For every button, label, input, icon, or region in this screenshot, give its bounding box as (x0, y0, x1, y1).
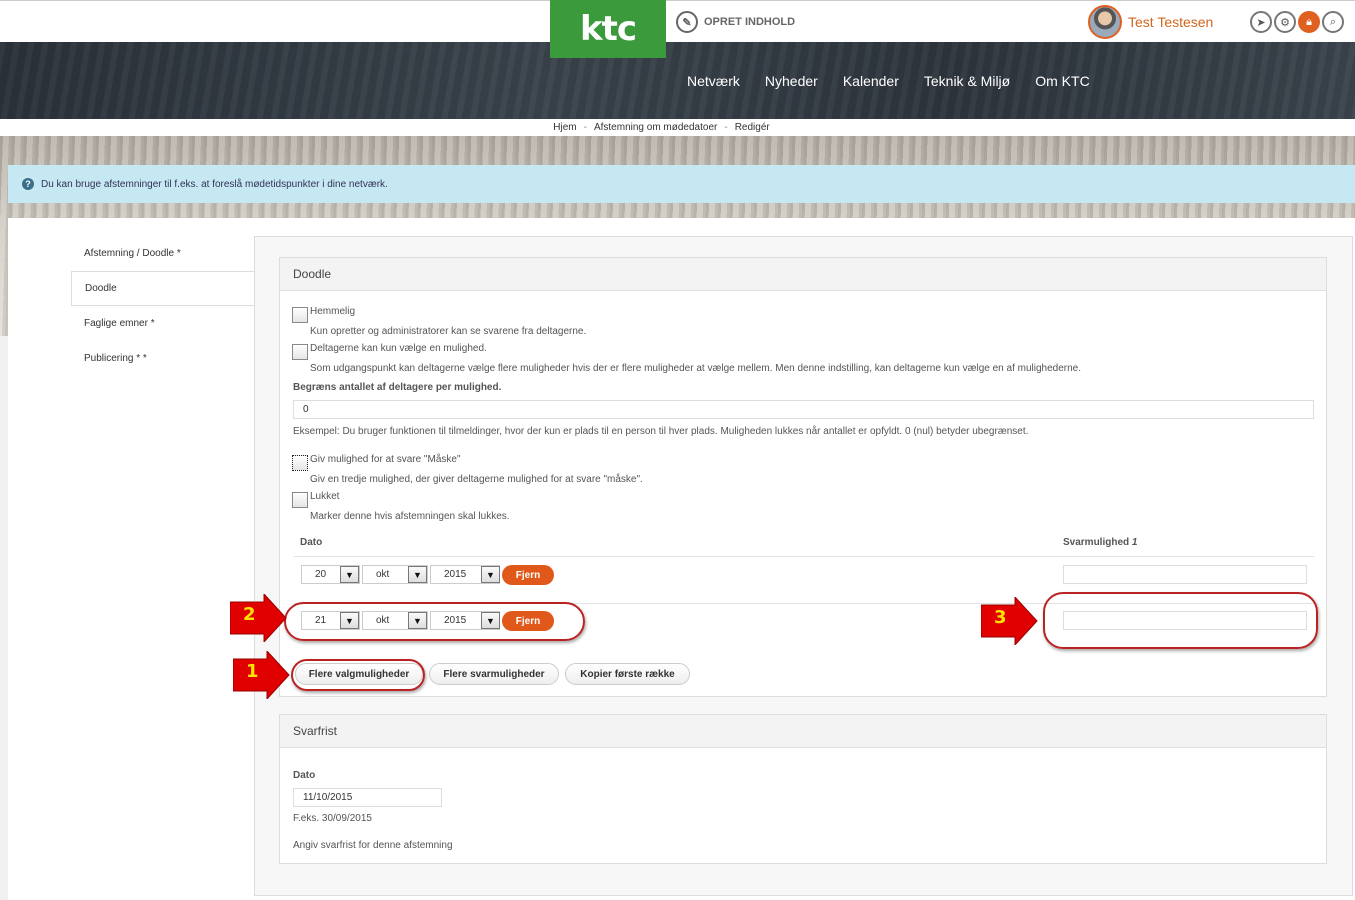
sidebar-item-doodle[interactable]: Doodle (71, 271, 255, 306)
annotation-ring (291, 659, 425, 691)
search-icon[interactable]: ⌕ (1322, 11, 1344, 33)
toolbar-icons: ➤ ⚙ 🔒︎ ⌕ (1250, 11, 1344, 33)
column-header-answer-label: Svarmulighed (1063, 537, 1130, 548)
arrow-right-icon (981, 597, 1038, 645)
annotation-ring (1043, 592, 1318, 649)
doodle-panel-title: Doodle (280, 258, 1326, 291)
logo-text: ktc (579, 9, 637, 49)
edit-icon: ✎ (676, 11, 698, 33)
annotation-arrow-1: 1 (233, 651, 290, 699)
closed-option: Lukket Marker denne hvis afstemningen sk… (292, 486, 510, 522)
gear-icon[interactable]: ⚙ (1274, 11, 1296, 33)
question-icon: ? (22, 178, 34, 190)
chevron-down-icon[interactable]: ▼ (340, 566, 359, 583)
main-nav: Netværk Nyheder Kalender Teknik & Miljø … (687, 73, 1090, 89)
remove-button[interactable]: Fjern (502, 565, 554, 585)
chevron-down-icon[interactable]: ▼ (408, 566, 427, 583)
annotation-arrow-3: 3 (981, 597, 1038, 645)
logo[interactable]: ktc (550, 0, 666, 58)
sidebar-item-afstemning[interactable]: Afstemning / Doodle * (71, 236, 255, 271)
hemmelig-desc: Kun opretter og administratorer kan se s… (310, 326, 587, 337)
nav-item-teknik-miljoe[interactable]: Teknik & Miljø (924, 73, 1010, 89)
maybe-option: Giv mulighed for at svare "Måske" Giv en… (292, 449, 643, 485)
single-choice-option: Deltagerne kan kun vælge en mulighed. So… (292, 338, 1081, 374)
limit-label: Begræns antallet af deltagere per muligh… (293, 382, 502, 393)
more-answers-button[interactable]: Flere svarmuligheder (429, 663, 559, 685)
breadcrumb: Hjem - Afstemning om mødedatoer - Redigé… (0, 119, 1355, 136)
breadcrumb-edit: Redigér (734, 122, 770, 133)
column-header-answer-number: 1 (1131, 537, 1138, 548)
nav-item-netvaerk[interactable]: Netværk (687, 73, 740, 89)
user-menu[interactable]: Test Testesen (1088, 5, 1213, 39)
breadcrumb-separator: - (724, 122, 728, 133)
hemmelig-label: Hemmelig (310, 306, 356, 317)
nav-band: Netværk Nyheder Kalender Teknik & Miljø … (0, 42, 1355, 119)
limit-desc: Eksempel: Du bruger funktionen til tilme… (293, 426, 1029, 437)
deadline-hint: Angiv svarfrist for denne afstemning (293, 840, 453, 851)
copy-first-row-button[interactable]: Kopier første række (565, 663, 690, 685)
deadline-date-label: Dato (293, 770, 316, 781)
maybe-desc: Giv en tredje mulighed, der giver deltag… (310, 474, 643, 485)
info-banner: ? Du kan bruge afstemninger til f.eks. a… (8, 165, 1355, 203)
deadline-date-input[interactable]: 11/10/2015 (293, 788, 442, 807)
create-content-label: OPRET INDHOLD (704, 16, 796, 28)
deadline-panel-title: Svarfrist (280, 715, 1326, 748)
closed-desc: Marker denne hvis afstemningen skal lukk… (310, 511, 510, 522)
breadcrumb-home[interactable]: Hjem (553, 122, 576, 133)
user-name: Test Testesen (1128, 14, 1214, 30)
annotation-number: 2 (243, 604, 256, 625)
sidebar-item-publicering[interactable]: Publicering * * (71, 341, 255, 376)
answer-input[interactable] (1063, 565, 1307, 584)
create-content-button[interactable]: ✎ OPRET INDHOLD (676, 11, 795, 33)
single-choice-label: Deltagerne kan kun vælge en mulighed. (310, 343, 487, 354)
arrow-icon[interactable]: ➤ (1250, 11, 1272, 33)
annotation-number: 1 (246, 661, 259, 682)
nav-item-nyheder[interactable]: Nyheder (765, 73, 818, 89)
avatar (1088, 5, 1122, 39)
deadline-example: F.eks. 30/09/2015 (293, 813, 372, 824)
nav-item-om-ktc[interactable]: Om KTC (1035, 73, 1089, 89)
annotation-number: 3 (994, 607, 1007, 628)
limit-input[interactable]: 0 (293, 400, 1314, 419)
annotation-arrow-2: 2 (230, 594, 287, 642)
closed-checkbox[interactable] (292, 492, 308, 508)
maybe-label: Giv mulighed for at svare "Måske" (310, 454, 461, 465)
maybe-checkbox[interactable] (292, 455, 308, 471)
breadcrumb-poll[interactable]: Afstemning om mødedatoer (594, 122, 717, 133)
sidebar-item-faglige-emner[interactable]: Faglige emner * (71, 306, 255, 341)
annotation-ring (284, 602, 585, 641)
column-header-answer: Svarmulighed 1 (1063, 537, 1137, 548)
arrow-right-icon (230, 594, 287, 642)
closed-label: Lukket (310, 491, 340, 502)
hemmelig-checkbox[interactable] (292, 307, 308, 323)
single-choice-desc: Som udgangspunkt kan deltagerne vælge fl… (310, 363, 1082, 374)
sidebar: Afstemning / Doodle * Doodle Faglige emn… (71, 236, 255, 376)
hemmelig-option: Hemmelig Kun opretter og administratorer… (292, 301, 586, 337)
info-text: Du kan bruge afstemninger til f.eks. at … (41, 178, 388, 190)
arrow-right-icon (233, 651, 290, 699)
chevron-down-icon[interactable]: ▼ (481, 566, 500, 583)
lock-icon[interactable]: 🔒︎ (1298, 11, 1320, 33)
top-bar: ✎ OPRET INDHOLD Test Testesen ➤ ⚙ 🔒︎ ⌕ (0, 0, 1355, 42)
breadcrumb-separator: - (583, 122, 587, 133)
nav-item-kalender[interactable]: Kalender (843, 73, 899, 89)
row-divider (294, 556, 1314, 557)
column-header-date: Dato (300, 537, 323, 548)
single-choice-checkbox[interactable] (292, 344, 308, 360)
